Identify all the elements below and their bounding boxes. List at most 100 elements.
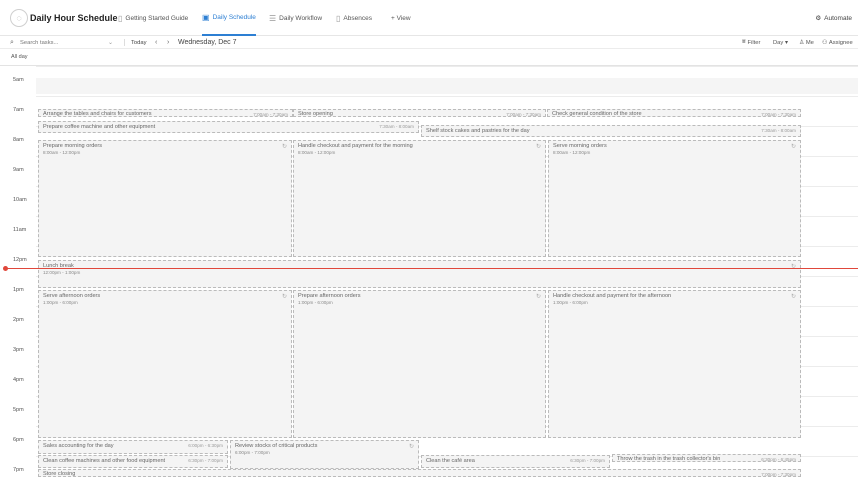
all-day-label: All day [11,54,28,60]
view-mode-select[interactable]: Day ▾ [773,36,788,49]
all-day-row: All day [0,50,858,66]
event-check-condition[interactable]: Check general condition of the store 7:0… [547,109,801,117]
assignee-label: Assignee [828,39,853,46]
filter-label: Filter [747,39,761,46]
event-clean-cafe[interactable]: Clean the café area 6:30pm - 7:00pm [421,455,610,468]
recurring-icon: ↻ [535,144,541,150]
event-title: Arrange the tables and chairs for custom… [43,111,152,117]
event-time: 8:00am - 12:00pm [553,150,591,155]
recurring-icon: ↻ [535,294,541,300]
event-title: Handle checkout and payment for the morn… [298,143,413,149]
users-icon: ⚇ [822,39,828,46]
tab-daily-workflow[interactable]: ☰ Daily Workflow [269,0,322,36]
recurring-icon: ↻ [790,294,796,300]
chevron-down-icon: ▾ [784,39,788,46]
search-input[interactable] [20,37,100,48]
calendar-icon: ▣ [202,12,210,22]
app: ◌ Daily Hour Schedule ▯ Getting Started … [0,0,858,490]
event-review-stocks[interactable]: Review stocks of critical products 6:00p… [230,440,419,469]
hour-label: 8am [13,137,24,143]
event-title: Store opening [298,111,333,117]
event-title: Review stocks of critical products [235,443,318,449]
event-time: 8:00am - 12:00pm [43,150,81,155]
previous-day-button[interactable]: ‹ [155,36,157,49]
tab-label: Absences [343,14,372,22]
automate-button[interactable]: ⚙ Automate [815,0,852,36]
event-title: Prepare coffee machine and other equipme… [43,124,156,130]
tab-absences[interactable]: ▯ Absences [336,0,372,36]
add-view-button[interactable]: + View [391,0,411,36]
event-title: Clean coffee machines and other food equ… [43,458,166,464]
event-store-opening[interactable]: Store opening 7:00am - 7:30am [293,109,546,117]
hour-label: 4pm [13,377,24,383]
hour-label: 6pm [13,437,24,443]
chevron-down-icon[interactable]: ⌄ [108,36,113,49]
event-time: 6:00pm - 6:30pm [188,443,223,448]
tab-label: Getting Started Guide [125,14,189,22]
hour-label: 12pm [13,257,27,263]
event-title: Clean the café area [426,458,475,464]
event-prepare-morning[interactable]: Prepare morning orders 8:00am - 12:00pm … [38,140,292,257]
event-checkout-afternoon[interactable]: Handle checkout and payment for the afte… [548,290,801,438]
event-time: 7:00am - 7:30am [506,112,541,117]
event-sales-accounting[interactable]: Sales accounting for the day 6:00pm - 6:… [38,440,228,454]
recurring-icon: ↻ [281,144,287,150]
time-grid[interactable]: 5am 7am 8am 9am 10am 11am 12pm 1pm 2pm 3… [0,66,858,490]
automate-label: Automate [824,14,852,22]
filter-button[interactable]: ⩸ Filter [742,36,760,49]
event-time: 6:00pm - 7:00pm [235,450,270,455]
hour-label: 7pm [13,467,24,473]
hour-label: 5am [13,77,24,83]
page-title: Daily Hour Schedule [30,13,118,23]
hour-line [36,66,858,67]
top-bar: ◌ Daily Hour Schedule ▯ Getting Started … [0,0,858,36]
toolbar: ⌕ ⌄ Today ‹ › Wednesday, Dec 7 ⩸ Filter … [0,36,858,49]
event-shelf-cakes[interactable]: Shelf stock cakes and pastries for the d… [421,125,801,137]
view-mode-label: Day [773,39,784,46]
event-store-closing[interactable]: Store closing 7:00pm - 7:30pm [38,469,801,477]
early-hours-shade [36,78,858,94]
current-time-line [6,268,858,269]
hour-label: 10am [13,197,27,203]
hour-label: 1pm [13,287,24,293]
document-icon: ▯ [118,13,123,23]
event-title: Check general condition of the store [552,111,642,117]
event-time: 6:30pm - 7:00pm [570,458,605,463]
event-arrange-tables[interactable]: Arrange the tables and chairs for custom… [38,109,293,117]
event-clean-coffee[interactable]: Clean coffee machines and other food equ… [38,455,228,468]
space-icon[interactable]: ◌ [10,9,28,27]
list-icon: ☰ [269,13,277,23]
assignee-filter-button[interactable]: ⚇ Assignee [822,36,853,49]
robot-icon: ⚙ [815,15,822,22]
event-time: 7:00pm - 7:30pm [761,472,796,477]
event-prepare-coffee[interactable]: Prepare coffee machine and other equipme… [38,121,419,133]
event-throw-trash[interactable]: Throw the trash in the trash collector's… [612,454,801,462]
user-icon: ♙ [799,39,805,46]
recurring-icon: ↻ [408,444,414,450]
event-serve-afternoon[interactable]: Serve afternoon orders 1:00pm - 6:00pm ↻ [38,290,292,438]
filter-icon: ⩸ [742,39,746,45]
event-time: 7:00am - 7:30am [761,112,796,117]
event-title: Prepare morning orders [43,143,103,149]
event-title: Serve afternoon orders [43,293,101,299]
event-time: 7:00am - 7:30am [253,112,288,117]
event-prepare-afternoon[interactable]: Prepare afternoon orders 1:00pm - 6:00pm… [293,290,546,438]
hour-label: 5pm [13,407,24,413]
tab-label: Daily Schedule [212,13,256,21]
hour-label: 9am [13,167,24,173]
tab-daily-schedule[interactable]: ▣ Daily Schedule [202,0,256,36]
me-filter-button[interactable]: ♙ Me [799,36,814,49]
event-time: 7:30am - 8:00am [379,124,414,129]
hour-label: 3pm [13,347,24,353]
next-day-button[interactable]: › [167,36,169,49]
event-lunch-break[interactable]: Lunch break 12:00pm - 1:00pm ↻ [38,260,801,288]
document-icon: ▯ [336,13,341,23]
event-checkout-morning[interactable]: Handle checkout and payment for the morn… [293,140,546,257]
event-serve-morning[interactable]: Serve morning orders 8:00am - 12:00pm ↻ [548,140,801,257]
current-date: Wednesday, Dec 7 [178,39,237,46]
event-title: Throw the trash in the trash collector's… [617,456,721,462]
today-button[interactable]: Today [131,36,146,49]
event-time: 12:00pm - 1:00pm [43,270,81,275]
tab-getting-started[interactable]: ▯ Getting Started Guide [118,0,188,36]
event-time: 1:00pm - 6:00pm [43,300,78,305]
